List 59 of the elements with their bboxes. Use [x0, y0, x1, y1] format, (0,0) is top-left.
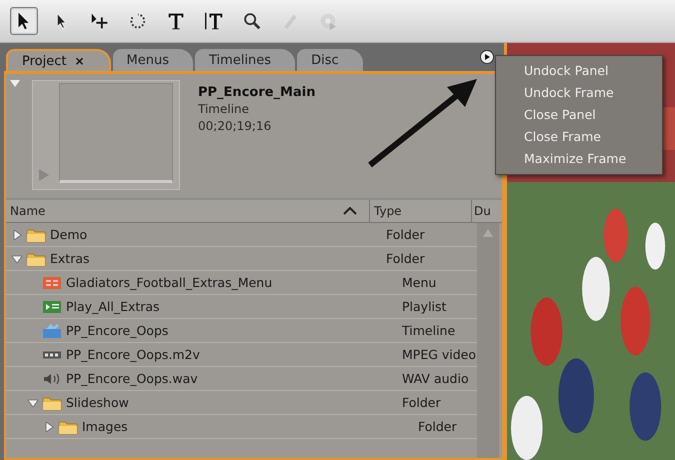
tree-row[interactable]: Images Folder [6, 415, 477, 439]
close-icon[interactable]: × [74, 54, 85, 68]
folder-icon [26, 250, 46, 266]
tree-row[interactable]: PP_Encore_Oops.wav WAV audio [6, 367, 477, 391]
tree-row[interactable]: PP_Encore_Oops Timeline [6, 319, 477, 343]
tree-row[interactable]: Gladiators_Football_Extras_Menu Menu [6, 271, 477, 295]
item-name: Slideshow [66, 395, 129, 410]
menu-item[interactable]: Undock Frame [496, 82, 662, 104]
timeline-icon [42, 322, 62, 338]
panel-menu-button[interactable] [480, 50, 494, 64]
item-type: WAV audio [401, 371, 469, 386]
triangle-icon [483, 53, 491, 61]
item-name: PP_Encore_Oops [66, 323, 168, 338]
playlist-icon [42, 298, 62, 314]
folder-icon [58, 418, 78, 434]
item-type: Playlist [401, 299, 446, 314]
expanded-triangle-icon[interactable] [12, 254, 22, 264]
menu-item[interactable]: Close Frame [496, 126, 662, 148]
item-type: Folder [417, 419, 457, 434]
item-type: MPEG video [401, 347, 476, 362]
panel-tab[interactable]: Menus [112, 49, 194, 71]
panel-tab[interactable]: Disc [297, 49, 363, 71]
collapsed-triangle-icon[interactable] [44, 422, 54, 432]
expanded-triangle-icon[interactable] [28, 398, 38, 408]
item-type: Timeline [198, 101, 250, 118]
panel-tab[interactable]: Project × [6, 49, 111, 71]
item-name: Gladiators_Football_Extras_Menu [66, 275, 272, 290]
tree-row[interactable]: Slideshow Folder [6, 391, 477, 415]
item-name: Play_All_Extras [66, 299, 160, 314]
collapsed-triangle-icon[interactable] [12, 230, 22, 240]
tree-row[interactable]: Extras Folder [6, 247, 477, 271]
item-type: Menu [401, 275, 436, 290]
menu-icon [42, 274, 62, 290]
item-name: PP_Encore_Oops.wav [66, 371, 198, 386]
menu-item[interactable]: Undock Panel [496, 60, 662, 82]
scrollbar[interactable] [477, 223, 499, 458]
folder-icon [26, 226, 46, 242]
panel-tab[interactable]: Timelines [195, 49, 296, 71]
item-name: Images [82, 419, 128, 434]
column-header[interactable]: Type [370, 200, 472, 222]
select-tool-icon[interactable] [10, 7, 38, 35]
sort-icon[interactable] [343, 207, 357, 215]
menu-item[interactable]: Close Panel [496, 104, 662, 126]
item-duration: 00;20;19;16 [198, 118, 272, 135]
column-header[interactable]: Name [6, 200, 370, 222]
item-type: Timeline [401, 323, 456, 338]
column-header[interactable]: Du [472, 200, 502, 222]
item-type: Folder [385, 251, 425, 266]
tree-row[interactable]: Demo Folder [6, 223, 477, 247]
tree-row[interactable]: Play_All_Extras Playlist [6, 295, 477, 319]
item-title: PP_Encore_Main [198, 84, 316, 101]
folder-icon [42, 394, 62, 410]
item-type: Folder [401, 395, 441, 410]
menu-item[interactable]: Maximize Frame [496, 148, 662, 170]
item-name: PP_Encore_Oops.m2v [66, 347, 200, 362]
item-name: Demo [50, 227, 88, 242]
item-type: Folder [385, 227, 425, 242]
tree-row[interactable]: PP_Encore_Oops.m2v MPEG video [6, 343, 477, 367]
item-name: Extras [50, 251, 90, 266]
